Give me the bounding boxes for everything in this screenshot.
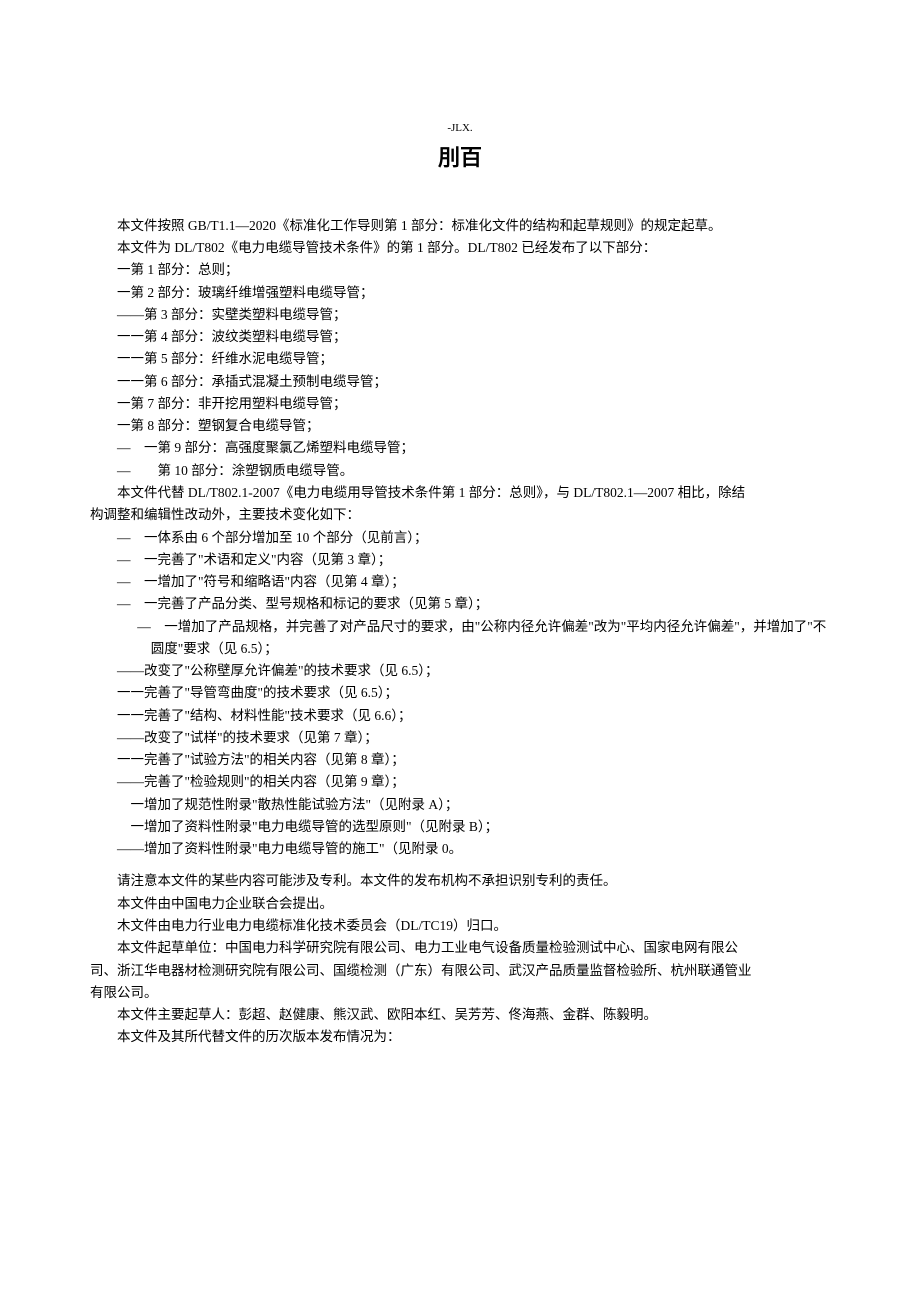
change-item: — 一增加了产品规格，并完善了对产品尺寸的要求，由"公称内径允许偏差"改为"平均… <box>90 616 830 661</box>
paragraph-drafters-c: 有限公司。 <box>90 982 830 1004</box>
change-item: ——改变了"公称壁厚允许偏差"的技术要求（见 6.5）； <box>90 660 830 682</box>
paragraph-replace-b: 构调整和编辑性改动外，主要技术变化如下： <box>90 504 830 526</box>
part-item: 一一第 6 部分：承插式混凝土预制电缆导管； <box>90 371 830 393</box>
change-item: — 一完善了产品分类、型号规格和标记的要求（见第 5 章）； <box>90 593 830 615</box>
header-code: -JLX. <box>90 120 830 138</box>
change-item: 一一完善了"导管弯曲度"的技术要求（见 6.5）； <box>90 682 830 704</box>
paragraph-proposer: 本文件由中国电力企业联合会提出。 <box>90 893 830 915</box>
part-item: 一第 7 部分：非开挖用塑料电缆导管； <box>90 393 830 415</box>
paragraph-authors: 本文件主要起草人：彭超、赵健康、熊汉武、欧阳本红、吴芳芳、佟海燕、金群、陈毅明。 <box>90 1004 830 1026</box>
paragraph-committee: 木文件由电力行业电力电缆标准化技术委员会（DL/TC19）归口。 <box>90 915 830 937</box>
paragraph-drafters-b: 司、浙江华电器材检测研究院有限公司、国缆检测（广东）有限公司、武汉产品质量监督检… <box>90 960 830 982</box>
page-title: 刖百 <box>90 140 830 175</box>
change-item: — 一体系由 6 个部分增加至 10 个部分（见前言）； <box>90 527 830 549</box>
paragraph-drafters-a: 本文件起草单位：中国电力科学研究院有限公司、电力工业电气设备质量检验测试中心、国… <box>90 937 830 959</box>
paragraph-replace-a: 本文件代替 DL/T802.1-2007《电力电缆用导管技术条件第 1 部分：总… <box>90 482 830 504</box>
change-item: 一一完善了"试验方法"的相关内容（见第 8 章）； <box>90 749 830 771</box>
paragraph-versions: 本文件及其所代替文件的历次版本发布情况为： <box>90 1026 830 1048</box>
change-item: — 一完善了"术语和定义"内容（见第 3 章）； <box>90 549 830 571</box>
part-item: 一第 8 部分：塑钢复合电缆导管； <box>90 415 830 437</box>
part-item: 一第 2 部分：玻璃纤维增强塑料电缆导管； <box>90 282 830 304</box>
change-item: 一增加了资料性附录"电力电缆导管的选型原则"（见附录 B）； <box>90 816 830 838</box>
change-item: ——改变了"试样"的技术要求（见第 7 章）； <box>90 727 830 749</box>
spacer <box>90 860 830 870</box>
paragraph-parts-intro: 本文件为 DL/T802《电力电缆导管技术条件》的第 1 部分。DL/T802 … <box>90 237 830 259</box>
change-item: — 一增加了"符号和缩略语"内容（见第 4 章）； <box>90 571 830 593</box>
paragraph-patent: 请注意本文件的某些内容可能涉及专利。本文件的发布机构不承担识别专利的责任。 <box>90 870 830 892</box>
part-item: 一一第 4 部分：波纹类塑料电缆导管； <box>90 326 830 348</box>
change-item: 一一完善了"结构、材料性能"技术要求（见 6.6）； <box>90 705 830 727</box>
change-item: ——完善了"检验规则"的相关内容（见第 9 章）； <box>90 771 830 793</box>
part-item: ——第 3 部分：实壁类塑料电缆导管； <box>90 304 830 326</box>
part-item: — 一第 9 部分：高强度聚氯乙烯塑料电缆导管； <box>90 437 830 459</box>
part-item: 一第 1 部分：总则； <box>90 259 830 281</box>
document-page: -JLX. 刖百 本文件按照 GB/T1.1—2020《标准化工作导则第 1 部… <box>0 0 920 1301</box>
part-item: — 第 10 部分：涂塑钢质电缆导管。 <box>90 460 830 482</box>
part-item: 一一第 5 部分：纤维水泥电缆导管； <box>90 348 830 370</box>
change-item: 一增加了规范性附录"散热性能试验方法"（见附录 A）； <box>90 794 830 816</box>
change-item: ——增加了资料性附录"电力电缆导管的施工"（见附录 0。 <box>90 838 830 860</box>
paragraph-basis: 本文件按照 GB/T1.1—2020《标准化工作导则第 1 部分：标准化文件的结… <box>90 215 830 237</box>
